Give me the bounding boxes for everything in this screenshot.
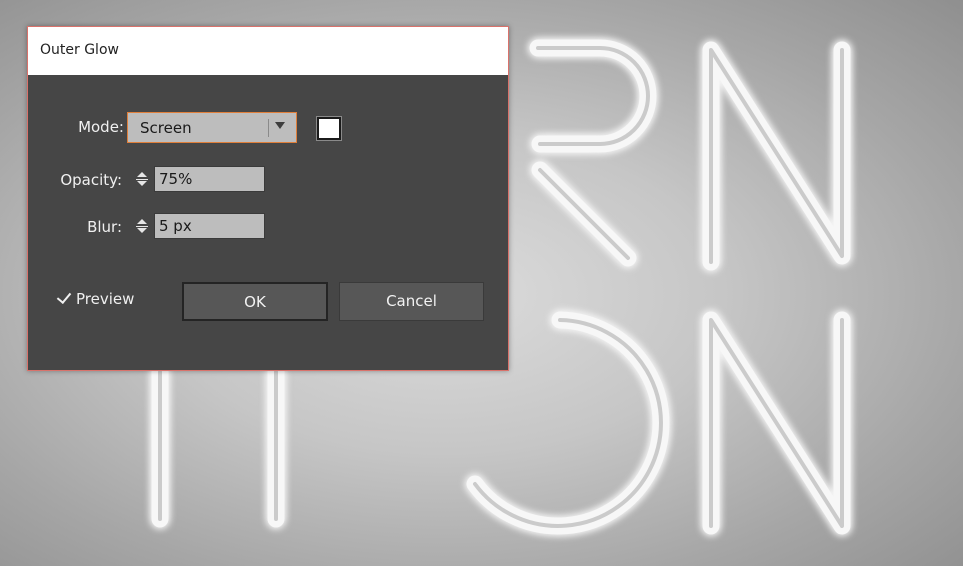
mode-dropdown[interactable]: Screen [127,112,297,143]
opacity-label: Opacity: [60,171,122,189]
opacity-value: 75% [159,170,193,188]
blur-label: Blur: [87,218,122,236]
decrement-arrow-icon[interactable] [137,181,147,186]
opacity-stepper[interactable] [133,167,151,192]
increment-arrow-icon[interactable] [137,172,147,177]
blur-field[interactable]: 5 px [154,213,265,239]
chevron-down-icon[interactable] [275,122,285,129]
dialog-titlebar[interactable]: Outer Glow [28,27,508,75]
dialog-title: Outer Glow [40,42,119,58]
ok-button[interactable]: OK [182,282,328,321]
mode-label: Mode: [78,118,124,136]
blur-stepper[interactable] [133,214,151,239]
blur-value: 5 px [159,217,192,235]
opacity-field[interactable]: 75% [154,166,265,192]
glow-color-swatch[interactable] [317,117,341,140]
cancel-button[interactable]: Cancel [339,282,484,321]
neon-letter-r [529,39,657,267]
dropdown-separator [268,119,269,137]
preview-checkbox[interactable] [56,288,72,306]
decrement-arrow-icon[interactable] [137,228,147,233]
mode-value: Screen [140,119,192,137]
outer-glow-dialog: Outer Glow Mode: Screen Opacity: 75% Blu… [27,26,509,371]
checkmark-icon [56,288,72,305]
preview-label[interactable]: Preview [76,290,134,308]
increment-arrow-icon[interactable] [137,219,147,224]
